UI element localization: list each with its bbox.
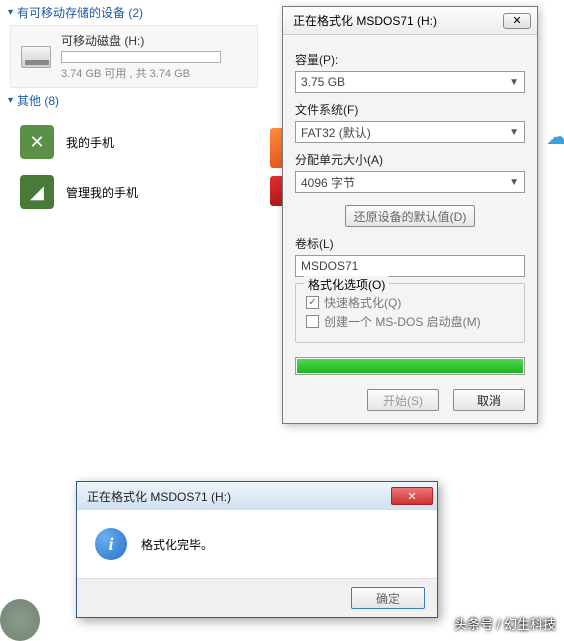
cancel-button[interactable]: 取消 [453,389,525,411]
message-text: 格式化完毕。 [141,536,213,553]
message-dialog: 正在格式化 MSDOS71 (H:) ✕ i 格式化完毕。 确定 [76,481,438,618]
chevron-down-icon: ▼ [509,127,519,138]
cloud-fragment-icon: ☁ [546,124,564,148]
info-icon: i [95,528,127,560]
dialog-titlebar[interactable]: 正在格式化 MSDOS71 (H:) ✕ [283,7,537,35]
format-dialog: 正在格式化 MSDOS71 (H:) ✕ 容量(P): 3.75 GB ▼ 文件… [282,6,538,424]
filesystem-value: FAT32 (默认) [301,124,371,141]
progress-fill [297,359,523,373]
storage-bar [61,51,221,63]
device-sub: 3.74 GB 可用 , 共 3.74 GB [61,65,247,81]
message-titlebar[interactable]: 正在格式化 MSDOS71 (H:) ✕ [77,482,437,510]
msdos-boot-checkbox[interactable]: 创建一个 MS-DOS 启动盘(M) [306,313,514,330]
section-title: 其他 (8) [17,92,59,109]
watermark-seal [0,599,40,641]
device-removable-disk[interactable]: 可移动磁盘 (H:) 3.74 GB 可用 , 共 3.74 GB [10,25,258,88]
dialog-title: 正在格式化 MSDOS71 (H:) [293,12,503,29]
msdos-boot-label: 创建一个 MS-DOS 启动盘(M) [324,313,481,330]
volume-input[interactable] [295,255,525,277]
format-progress [295,357,525,375]
ok-button[interactable]: 确定 [351,587,425,609]
filesystem-label: 文件系统(F) [295,101,525,118]
capacity-combo[interactable]: 3.75 GB ▼ [295,71,525,93]
drive-icon [21,46,51,68]
chevron-down-icon: ▾ [8,95,13,106]
device-info: 可移动磁盘 (H:) 3.74 GB 可用 , 共 3.74 GB [61,32,247,81]
filesystem-combo[interactable]: FAT32 (默认) ▼ [295,121,525,143]
quick-format-checkbox[interactable]: ✓ 快速格式化(Q) [306,294,514,311]
chevron-down-icon: ▼ [509,77,519,88]
checkbox-checked-icon: ✓ [306,296,319,309]
start-button[interactable]: 开始(S) [367,389,439,411]
volume-label: 卷标(L) [295,235,525,252]
watermark-text: 头条号 / 幻生科技 [454,614,556,633]
close-button[interactable]: ✕ [503,13,531,29]
capacity-label: 容量(P): [295,51,525,68]
allocation-combo[interactable]: 4096 字节 ▼ [295,171,525,193]
message-title: 正在格式化 MSDOS71 (H:) [87,488,391,505]
device-name: 可移动磁盘 (H:) [61,32,247,49]
checkbox-icon [306,315,319,328]
capacity-value: 3.75 GB [301,75,345,89]
section-title: 有可移动存储的设备 (2) [17,4,143,21]
allocation-label: 分配单元大小(A) [295,151,525,168]
restore-defaults-button[interactable]: 还原设备的默认值(D) [345,205,476,227]
app-icon: ◢ [20,175,54,209]
format-options-legend: 格式化选项(O) [304,276,389,293]
app-icon: ✕ [20,125,54,159]
format-options-group: 格式化选项(O) ✓ 快速格式化(Q) 创建一个 MS-DOS 启动盘(M) [295,283,525,343]
chevron-down-icon: ▾ [8,7,13,18]
other-item-label: 管理我的手机 [66,184,138,201]
allocation-value: 4096 字节 [301,174,355,191]
quick-format-label: 快速格式化(Q) [324,294,401,311]
other-item-label: 我的手机 [66,134,114,151]
close-button[interactable]: ✕ [391,487,433,505]
chevron-down-icon: ▼ [509,177,519,188]
